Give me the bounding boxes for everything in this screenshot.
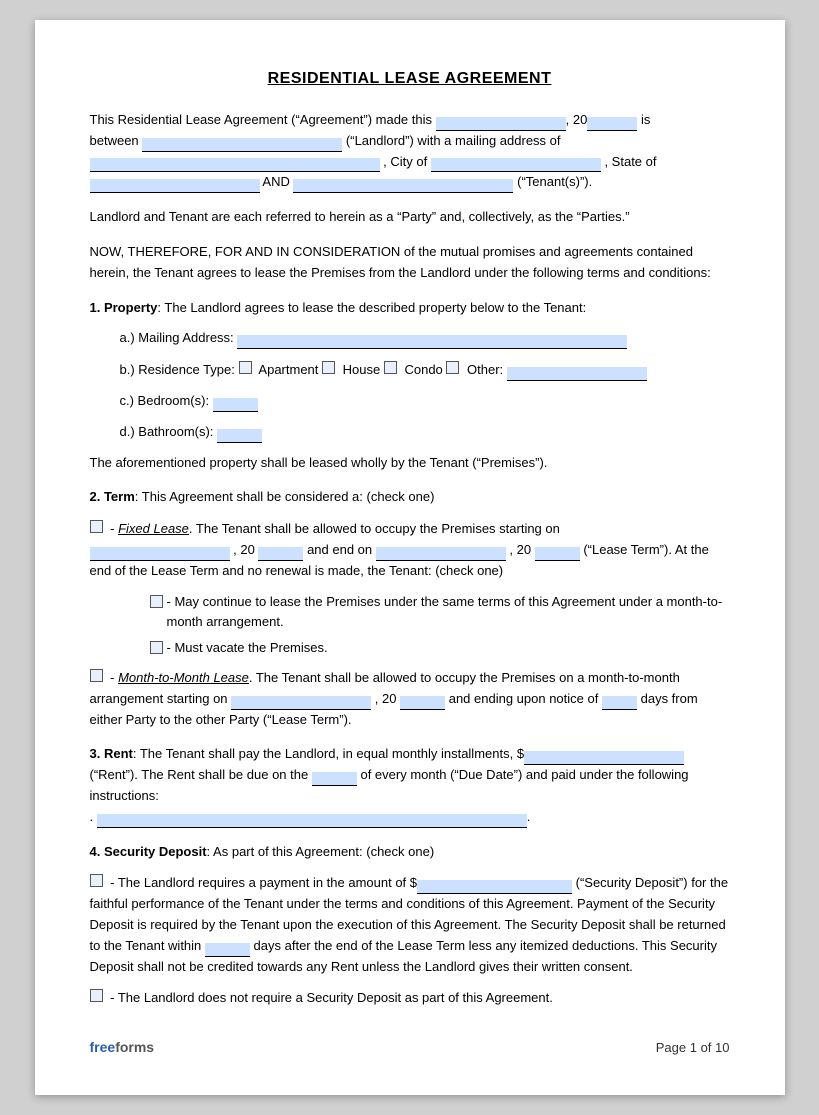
section1-item-b: b.) Residence Type: Apartment House Cond… [120,359,730,381]
bedrooms-blank[interactable] [213,398,258,412]
mtm-days-blank[interactable] [602,696,637,710]
apartment-checkbox[interactable] [239,361,252,374]
security-deposit-checkbox[interactable] [90,874,103,887]
section4-option2: - The Landlord does not require a Securi… [90,987,730,1009]
security-deposit-amount-blank[interactable] [417,880,572,894]
state-blank[interactable] [90,179,260,193]
other-checkbox[interactable] [446,361,459,374]
mailing-address-field[interactable] [237,335,627,349]
mtm-year-blank[interactable] [400,696,445,710]
section3-heading-line: 3. Rent: The Tenant shall pay the Landlo… [90,744,730,827]
fixed-option-1: - May continue to lease the Premises und… [150,592,730,634]
section2: 2. Term: This Agreement shall be conside… [90,487,730,730]
date-blank[interactable] [436,117,566,131]
other-label: Other: [467,362,507,377]
vacate-label: - Must vacate the Premises. [167,638,328,659]
condo-checkbox[interactable] [384,361,397,374]
bathrooms-blank[interactable] [217,429,262,443]
fixed-options: - May continue to lease the Premises und… [150,592,730,659]
fixed-end-blank[interactable] [376,547,506,561]
section1-item-a: a.) Mailing Address: [120,328,730,349]
fixed-start-year-blank[interactable] [258,547,303,561]
fixed-start-blank[interactable] [90,547,230,561]
condo-label: Condo [404,362,446,377]
house-checkbox[interactable] [322,361,335,374]
section2-mtm: - Month-to-Month Lease. The Tenant shall… [90,667,730,730]
section3: 3. Rent: The Tenant shall pay the Landlo… [90,744,730,827]
brand-free: free [90,1039,116,1055]
party-line: Landlord and Tenant are each referred to… [90,207,730,228]
section4-option1: - The Landlord requires a payment in the… [90,872,730,977]
section1-items: a.) Mailing Address: b.) Residence Type:… [120,328,730,442]
city-blank[interactable] [431,158,601,172]
apartment-label: Apartment [258,362,322,377]
mtm-start-blank[interactable] [231,696,371,710]
rent-amount-blank[interactable] [524,751,684,765]
section1-heading-line: 1. Property: The Landlord agrees to leas… [90,298,730,319]
brand-logo: freeforms [90,1039,155,1055]
page-footer: freeforms Page 1 of 10 [90,1039,730,1055]
year-blank[interactable] [587,117,637,131]
intro-line1: This Residential Lease Agreement (“Agree… [90,112,433,127]
fixed-option-2: - Must vacate the Premises. [150,638,730,659]
security-days-blank[interactable] [205,943,250,957]
no-security-deposit-checkbox[interactable] [90,989,103,1002]
vacate-checkbox[interactable] [150,641,163,654]
section1: 1. Property: The Landlord agrees to leas… [90,298,730,474]
document-title: RESIDENTIAL LEASE AGREEMENT [90,70,730,88]
intro-paragraph: This Residential Lease Agreement (“Agree… [90,110,730,193]
due-date-blank[interactable] [312,772,357,786]
house-label: House [343,362,384,377]
section4-heading-line: 4. Security Deposit: As part of this Agr… [90,842,730,863]
section1-item-d: d.) Bathroom(s): [120,422,730,443]
landlord-name-blank[interactable] [142,138,342,152]
section4: 4. Security Deposit: As part of this Agr… [90,842,730,1010]
fixed-end-year-blank[interactable] [535,547,580,561]
consideration-text: NOW, THEREFORE, FOR AND IN CONSIDERATION… [90,242,730,284]
section2-heading-line: 2. Term: This Agreement shall be conside… [90,487,730,508]
mtm-checkbox[interactable] [90,669,103,682]
continue-lease-checkbox[interactable] [150,595,163,608]
section2-fixed: - Fixed Lease. The Tenant shall be allow… [90,518,730,581]
page-number: Page 1 of 10 [656,1040,730,1055]
section1-item-c: c.) Bedroom(s): [120,391,730,412]
mailing-address-blank[interactable] [90,158,380,172]
tenant-name-blank[interactable] [293,179,513,193]
document-page: RESIDENTIAL LEASE AGREEMENT This Residen… [35,20,785,1095]
brand-forms: forms [115,1039,154,1055]
continue-lease-label: - May continue to lease the Premises und… [167,592,730,634]
other-field[interactable] [507,367,647,381]
section1-footer: The aforementioned property shall be lea… [90,453,730,474]
instructions-blank[interactable] [97,814,527,828]
fixed-lease-checkbox[interactable] [90,520,103,533]
